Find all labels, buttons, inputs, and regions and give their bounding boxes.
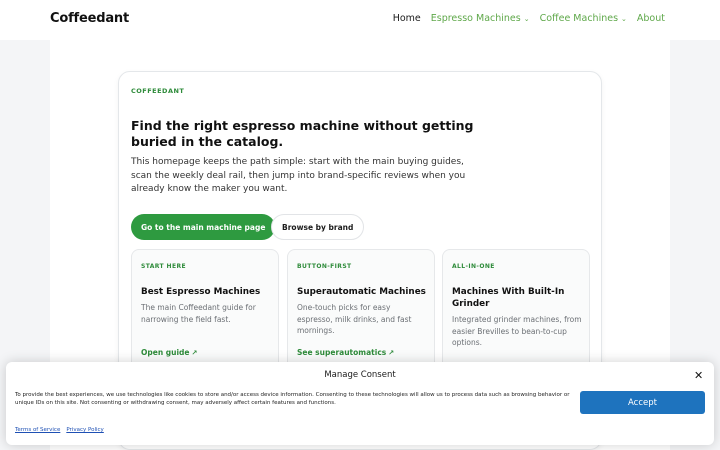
hero-eyebrow: COFFEEDANT	[131, 87, 185, 95]
card-description: Integrated grinder machines, from easier…	[452, 315, 582, 347]
cookie-consent-banner: Manage Consent ✕ To provide the best exp…	[6, 362, 714, 445]
browse-by-brand-button[interactable]: Browse by brand	[271, 214, 365, 240]
site-logo[interactable]: Coffeedant	[50, 11, 129, 26]
chevron-down-icon: ⌄	[523, 14, 530, 23]
nav-item-home[interactable]: Home	[393, 13, 421, 24]
card-eyebrow: BUTTON-FIRST	[297, 263, 352, 270]
card-description: The main Coffeedant guide for narrowing …	[141, 303, 256, 324]
card-eyebrow: ALL-IN-ONE	[452, 263, 495, 270]
hero-title: Find the right espresso machine without …	[131, 118, 474, 149]
nav-label: Home	[392, 13, 421, 24]
open-guide-link[interactable]: Open guide ↗	[141, 348, 197, 357]
chevron-down-icon: ⌄	[621, 14, 627, 23]
nav-item-espresso-machines[interactable]: Espresso Machines ⌄	[431, 13, 530, 24]
close-icon[interactable]: ✕	[694, 369, 703, 382]
accept-button[interactable]: Accept	[580, 391, 705, 414]
consent-text: To provide the best experiences, we use …	[15, 392, 570, 406]
nav-label: Coffee Machines	[539, 13, 619, 24]
nav-item-about[interactable]: About	[637, 13, 665, 24]
main-nav: Home Espresso Machines ⌄ Coffee Machines…	[393, 13, 665, 24]
external-arrow-icon: ↗	[388, 349, 395, 357]
nav-label: Espresso Machines	[430, 13, 521, 24]
consent-links: Terms of Service Privacy Policy	[15, 427, 104, 433]
nav-label: About	[636, 13, 665, 24]
card-description: One-touch picks for easy espresso, milk …	[297, 303, 412, 335]
card-title: Machines With Built-In Grinder	[452, 287, 565, 309]
site-header: Coffeedant Home Espresso Machines ⌄ Coff…	[0, 0, 720, 40]
nav-item-coffee-machines[interactable]: Coffee Machines ⌄	[540, 13, 627, 24]
card-eyebrow: START HERE	[141, 263, 186, 270]
consent-title: Manage Consent	[324, 370, 396, 380]
card-link-label: See superautomatics	[297, 348, 387, 357]
external-arrow-icon: ↗	[191, 349, 198, 357]
card-title: Superautomatic Machines	[297, 287, 426, 297]
terms-of-service-link[interactable]: Terms of Service	[15, 427, 60, 433]
main-machine-page-button[interactable]: Go to the main machine page	[131, 214, 276, 240]
hero-description: This homepage keeps the path simple: sta…	[131, 157, 466, 194]
privacy-policy-link[interactable]: Privacy Policy	[66, 427, 103, 433]
card-link-label: Open guide	[141, 348, 190, 357]
see-superautomatics-link[interactable]: See superautomatics ↗	[297, 348, 394, 357]
card-title: Best Espresso Machines	[141, 287, 261, 297]
